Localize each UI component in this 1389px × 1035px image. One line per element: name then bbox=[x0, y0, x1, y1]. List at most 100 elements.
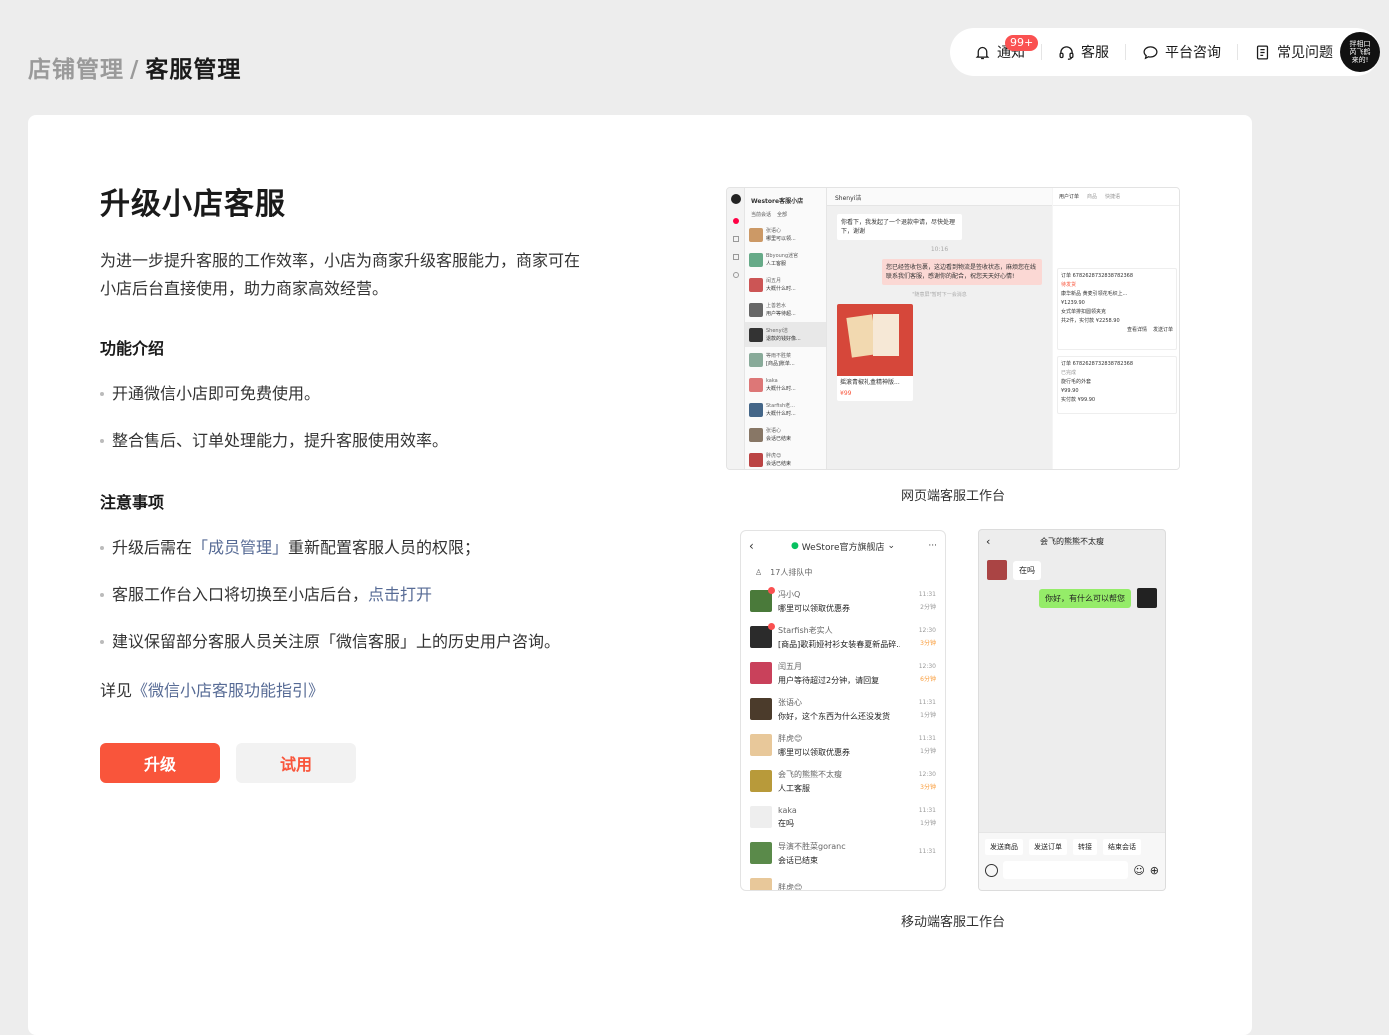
session-avatar bbox=[750, 623, 775, 648]
chat-msg-out: 你好，有什么可以帮您 bbox=[979, 588, 1157, 608]
order-actions: 查看详情 发送订单 bbox=[1061, 326, 1173, 335]
chat-input-area: 发送商品 发送订单 转接 结束会话 ☺ ⊕ bbox=[979, 832, 1165, 890]
session-row[interactable]: 胖虎😊 bbox=[741, 871, 945, 891]
row-text: 张语心 哪里可以领... bbox=[766, 227, 796, 243]
member-management-link[interactable]: 「成员管理」 bbox=[192, 536, 288, 560]
chat-action-button[interactable]: 结束会话 bbox=[1103, 839, 1141, 855]
preview-session-row[interactable]: Shenyi洁 退款的钱好像... bbox=[745, 322, 826, 347]
session-msg: 用户等待超过2分钟，请回复 bbox=[778, 675, 880, 685]
session-row[interactable]: Starfish老实人 [商品]歌莉娅衬衫女装春夏新品碎... 12:30 3分钟 bbox=[741, 619, 945, 655]
order-send-button[interactable]: 发送订单 bbox=[1153, 326, 1173, 335]
row-msg: 人工客服 bbox=[766, 260, 787, 267]
session-name: 胖虎😊 bbox=[778, 883, 803, 891]
chat-action-button[interactable]: 发送订单 bbox=[1029, 839, 1067, 855]
mobile-preview-caption: 移动端客服工作台 bbox=[900, 915, 1005, 930]
preview-session-row[interactable]: Starfish老... 大概什么时... bbox=[745, 397, 826, 422]
order-detail-button[interactable]: 查看详情 bbox=[1127, 326, 1147, 335]
session-row[interactable]: 冯小Q 哪里可以领取优惠券 11:31 2分钟 bbox=[741, 583, 945, 619]
row-name: kaka bbox=[766, 377, 778, 384]
preview-session-row[interactable]: Bbyoung迷官 人工客服 bbox=[745, 247, 826, 272]
preview-session-row[interactable]: kaka 大概什么时... bbox=[745, 372, 826, 397]
order-id: 订单 6782628732838782368 bbox=[1061, 361, 1134, 367]
guide-link[interactable]: 《微信小店客服功能指引》 bbox=[132, 681, 324, 700]
preview-data-icon bbox=[732, 236, 739, 242]
order-card: 订单 6782628732838782368 待发货 康华新品 黄麦引领花毛织上… bbox=[1057, 268, 1177, 350]
chat-action-button[interactable]: 发送商品 bbox=[985, 839, 1023, 855]
chat-title: 会飞的熊熊不太瘦 bbox=[1040, 536, 1104, 546]
feature-text: 整合售后、订单处理能力，提升客服使用效率。 bbox=[112, 431, 449, 450]
preview-session-row[interactable]: 张语心 哪里可以领... bbox=[745, 222, 826, 247]
open-link[interactable]: 点击打开 bbox=[368, 583, 432, 607]
user-avatar[interactable]: 拌相口 芮飞鹤 来的! bbox=[1340, 32, 1380, 72]
consult-label: 平台咨询 bbox=[1165, 45, 1221, 61]
session-row[interactable]: 张语心 你好，这个东西为什么还没发货 11:31 1分钟 bbox=[741, 691, 945, 727]
order-item: 女式单排扣圆领夹克 bbox=[1061, 309, 1107, 315]
queue-text: 17人排队中 bbox=[770, 567, 813, 577]
row-text: 闰五月 大概什么时... bbox=[766, 277, 796, 293]
order-status: 已完成 bbox=[1061, 370, 1077, 376]
feature-item: 开通微信小店即可免费使用。 bbox=[100, 382, 620, 406]
session-avatar bbox=[750, 698, 772, 720]
session-meta: 11:31 1分钟 bbox=[906, 699, 936, 719]
session-meta: 11:31 1分钟 bbox=[906, 807, 936, 827]
preview-session-row[interactable]: 胖虎😊 会话已结束 bbox=[745, 447, 826, 469]
session-msg: 哪里可以领取优惠券 bbox=[778, 747, 850, 757]
session-row[interactable]: kaka 在吗 11:31 1分钟 bbox=[741, 799, 945, 835]
voice-icon[interactable] bbox=[985, 863, 998, 877]
breadcrumb: 店铺管理 / 客服管理 bbox=[28, 50, 241, 84]
row-msg: 哪里可以领... bbox=[766, 235, 796, 242]
note-item: 客服工作台入口将切换至小店后台， 点击打开 bbox=[100, 583, 620, 607]
preview-session-row[interactable]: 上善若水 用户等待超... bbox=[745, 297, 826, 322]
emoji-icon[interactable]: ☺ bbox=[1133, 864, 1144, 877]
order-price: ¥1239.90 bbox=[1061, 300, 1085, 306]
row-avatar bbox=[749, 252, 763, 267]
trial-button[interactable]: 试用 bbox=[236, 743, 356, 783]
preview-contact: Shenyi洁 bbox=[827, 188, 1052, 206]
back-icon[interactable]: ‹ bbox=[749, 539, 754, 553]
row-msg: 用户等待超... bbox=[766, 310, 796, 317]
chat-bubble-icon bbox=[1143, 45, 1158, 59]
notice-button[interactable]: 通知 99+ bbox=[974, 28, 1039, 76]
faq-button[interactable]: 常见问题 bbox=[1254, 28, 1333, 76]
session-time: 11:31 bbox=[918, 735, 936, 742]
preview-session-row[interactable]: 等雨不胜菜 [商品]账单... bbox=[745, 347, 826, 372]
plus-icon[interactable]: ⊕ bbox=[1150, 864, 1159, 877]
nav-divider bbox=[1125, 44, 1126, 60]
online-dot-icon: ● bbox=[790, 541, 799, 551]
row-msg: 会话已结束 bbox=[766, 460, 792, 467]
session-text: 胖虎😊 哪里可以领取优惠券 bbox=[778, 733, 900, 758]
breadcrumb-parent[interactable]: 店铺管理 bbox=[28, 57, 124, 83]
preview-sidebar bbox=[727, 188, 745, 469]
preview-note: "随意屏"暂时下一会消息 bbox=[912, 292, 967, 298]
session-wait: 6分钟 bbox=[920, 676, 936, 683]
bullet-dot bbox=[100, 392, 104, 396]
service-button[interactable]: 客服 bbox=[1058, 28, 1109, 76]
page-title: 升级小店客服 bbox=[100, 187, 286, 222]
row-msg: 大概什么时... bbox=[766, 385, 796, 392]
upgrade-button[interactable]: 升级 bbox=[100, 743, 220, 783]
msg-out-text: 你好，有什么可以帮您 bbox=[1039, 588, 1131, 608]
back-icon[interactable]: ‹ bbox=[986, 535, 990, 548]
session-meta: 11:31 1分钟 bbox=[906, 735, 936, 755]
session-avatar bbox=[750, 842, 772, 864]
message-input[interactable] bbox=[1003, 861, 1129, 879]
session-row[interactable]: 闰五月 用户等待超过2分钟，请回复 12:30 6分钟 bbox=[741, 655, 945, 691]
preview-right-tab: 商品 bbox=[1087, 194, 1098, 200]
session-avatar bbox=[750, 587, 775, 612]
session-row[interactable]: 导演不胜菜goranc 会话已结束 11:31 bbox=[741, 835, 945, 871]
mobile-list-header: ‹ ● WeStore官方旗舰店 ⌄ ··· bbox=[741, 531, 945, 561]
preview-session-row[interactable]: 张语心 会话已结束 bbox=[745, 422, 826, 447]
preview-session-list: Westore客服小店 当前会话 全部 张语心 哪里可以领... Bbyoung迷官人… bbox=[745, 188, 827, 469]
more-icon[interactable]: ··· bbox=[928, 541, 937, 551]
session-row[interactable]: 胖虎😊 哪里可以领取优惠券 11:31 1分钟 bbox=[741, 727, 945, 763]
document-icon bbox=[1256, 44, 1269, 60]
consult-button[interactable]: 平台咨询 bbox=[1142, 28, 1221, 76]
preview-session-row[interactable]: 闰五月 大概什么时... bbox=[745, 272, 826, 297]
note-text: 建议保留部分客服人员关注原「微信客服」上的历史用户咨询。 bbox=[112, 632, 561, 651]
session-row[interactable]: 会飞的熊熊不太瘦 人工客服 12:30 3分钟 bbox=[741, 763, 945, 799]
avatar-text: 拌相口 芮飞鹤 来的! bbox=[1349, 40, 1371, 64]
chat-action-button[interactable]: 转接 bbox=[1073, 839, 1097, 855]
session-meta: 11:31 2分钟 bbox=[906, 591, 936, 611]
row-name: Shenyi洁 bbox=[766, 327, 788, 334]
order-card: 订单 6782628732838782368 已完成 旋行毛的外套 ¥99.90… bbox=[1057, 356, 1177, 414]
